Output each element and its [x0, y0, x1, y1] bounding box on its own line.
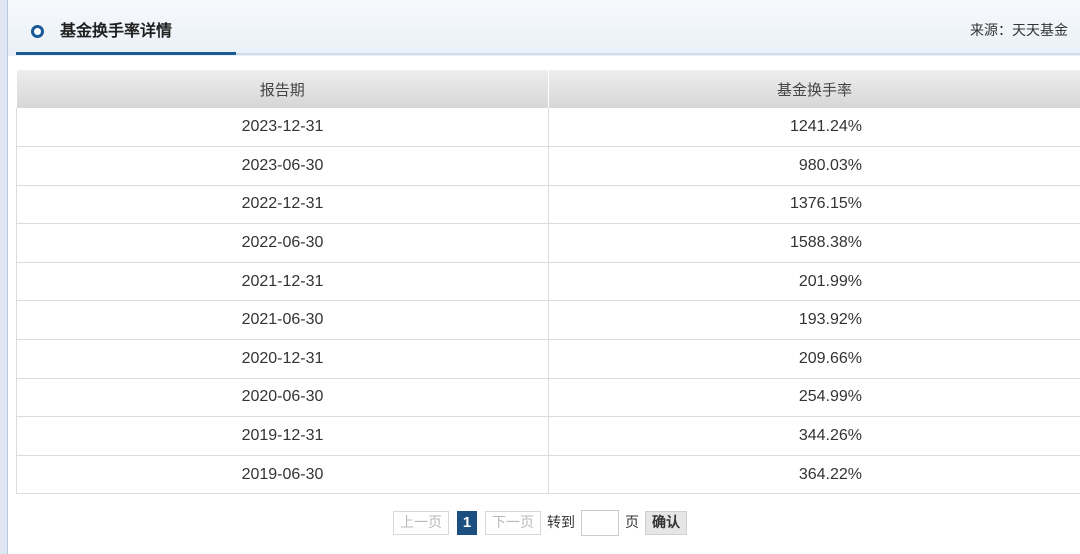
turnover-table: 报告期 基金换手率 2023-12-31 1241.24% 2023-06-30 98…: [16, 70, 1080, 495]
table-body: 2023-12-31 1241.24% 2023-06-30 980.03% 2022-…: [16, 108, 1080, 495]
table-row: 2019-06-30 364.22%: [16, 455, 1080, 495]
turnover-rate-cell: 209.66%: [548, 339, 1080, 379]
table-row: 2021-12-31 201.99%: [16, 262, 1080, 302]
table-row: 2022-12-31 1376.15%: [16, 185, 1080, 225]
report-period-cell: 2023-12-31: [16, 108, 549, 148]
report-period-cell: 2022-06-30: [16, 223, 549, 263]
turnover-rate-cell: 254.99%: [548, 378, 1080, 418]
report-period-cell: 2023-06-30: [16, 146, 549, 186]
report-period-cell: 2021-12-31: [16, 262, 549, 302]
next-page-button[interactable]: 下一页: [485, 511, 541, 535]
report-period-cell: 2020-06-30: [16, 378, 549, 418]
table-row: 2020-06-30 254.99%: [16, 378, 1080, 418]
panel-title: 基金换手率详情: [60, 21, 173, 40]
table-row: 2023-12-31 1241.24%: [16, 108, 1080, 148]
prev-page-button[interactable]: 上一页: [393, 511, 449, 535]
report-period-cell: 2020-12-31: [16, 339, 549, 379]
turnover-rate-cell: 201.99%: [548, 262, 1080, 302]
table-header-row: 报告期 基金换手率: [16, 70, 1080, 108]
report-period-cell: 2019-12-31: [16, 416, 549, 456]
turnover-rate-cell: 193.92%: [548, 300, 1080, 341]
table-row: 2021-06-30 193.92%: [16, 300, 1080, 341]
turnover-rate-cell: 980.03%: [548, 146, 1080, 186]
turnover-rate-cell: 1588.38%: [548, 223, 1080, 263]
goto-label: 转到: [547, 515, 575, 531]
panel-header: 基金换手率详情 来源：天天基金: [8, 0, 1080, 56]
table-row: 2022-06-30 1588.38%: [16, 223, 1080, 263]
current-page-button[interactable]: 1: [457, 511, 477, 535]
header-divider-accent: [16, 52, 236, 55]
page-unit-label: 页: [625, 515, 639, 531]
page-number-input[interactable]: [581, 510, 619, 536]
turnover-rate-cell: 1241.24%: [548, 108, 1080, 148]
table-row: 2019-12-31 344.26%: [16, 416, 1080, 456]
table-row: 2023-06-30 980.03%: [16, 146, 1080, 186]
circle-icon: [31, 25, 44, 38]
turnover-rate-cell: 364.22%: [548, 455, 1080, 495]
table-row: 2020-12-31 209.66%: [16, 339, 1080, 379]
turnover-rate-cell: 1376.15%: [548, 185, 1080, 225]
report-period-cell: 2019-06-30: [16, 455, 549, 495]
turnover-panel: 基金换手率详情 来源：天天基金 报告期 基金换手率 2023-12-31 1241…: [8, 0, 1080, 554]
column-header-turnover-rate: 基金换手率: [548, 70, 1080, 108]
turnover-rate-cell: 344.26%: [548, 416, 1080, 456]
confirm-button[interactable]: 确认: [645, 511, 687, 535]
source-label: 来源：天天基金: [970, 23, 1068, 39]
report-period-cell: 2021-06-30: [16, 300, 549, 341]
left-frame-edge: [0, 0, 8, 554]
pagination: 上一页 1 下一页 转到 页 确认: [0, 510, 1080, 536]
report-period-cell: 2022-12-31: [16, 185, 549, 225]
column-header-report-period: 报告期: [16, 70, 549, 108]
